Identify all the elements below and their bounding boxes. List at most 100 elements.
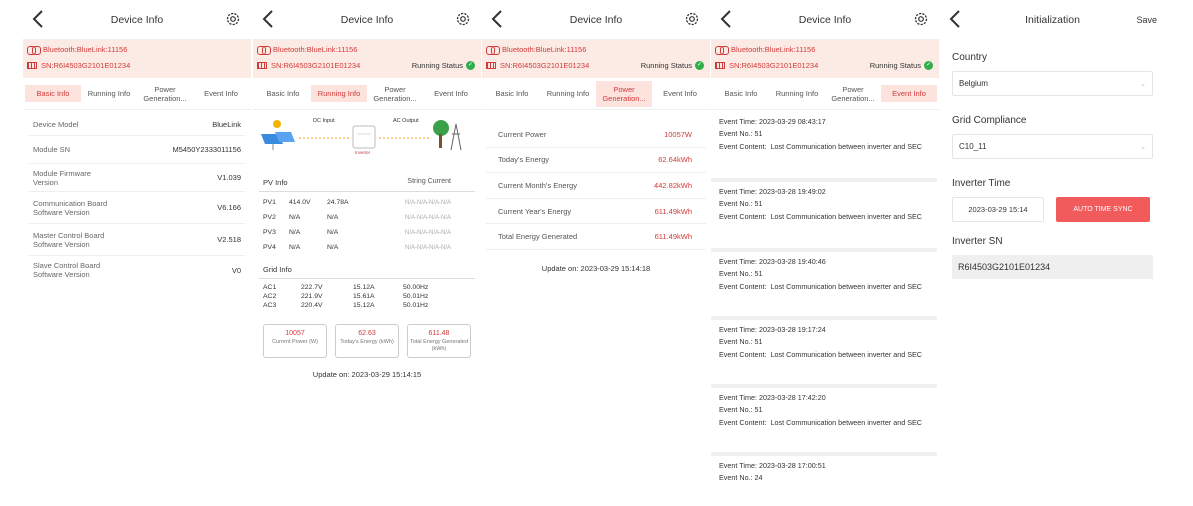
tab-basic-info[interactable]: Basic Info xyxy=(25,85,81,102)
connection-banner: Bluetooth:BlueLink:11156 SN:R6I4503G2101… xyxy=(711,40,939,78)
event-number: Event No.: 51 xyxy=(719,337,763,346)
event-content-label: Event Content: xyxy=(719,350,767,359)
tab-event-info[interactable]: Event Info xyxy=(881,85,937,102)
row-label: Slave Control Board Software Version xyxy=(33,261,101,279)
table-row: AC3 220.4V 15.12A 50.01Hz xyxy=(263,301,471,310)
ac-voltage: 221.9V xyxy=(301,293,323,300)
list-item: Today's Energy 62.64kWh xyxy=(486,148,706,174)
event-content-label: Event Content: xyxy=(719,142,767,151)
table-row: AC1 222.7V 15.12A 50.00Hz xyxy=(263,283,471,292)
row-value: 62.64kWh xyxy=(658,155,692,165)
tab-power-generation[interactable]: Power Generation... xyxy=(137,81,193,107)
table-row: PV4 N/A N/A N/A-N/A-N/A-N/A xyxy=(263,240,471,255)
row-value: V6.166 xyxy=(217,203,241,212)
device-info-event-screen: Device Info Bluetooth:BlueLink:11156 SN:… xyxy=(711,0,939,506)
pv-info-header: PV Info String Current xyxy=(259,172,475,192)
tab-running-info[interactable]: Running Info xyxy=(540,85,596,102)
running-status-label: Running Status xyxy=(411,61,463,70)
grid-info-header: Grid Info xyxy=(259,259,475,279)
event-content: Lost Communication between inverter and … xyxy=(770,282,922,291)
ac-voltage: 222.7V xyxy=(301,284,323,291)
list-item: Device Model BlueLink xyxy=(29,114,245,136)
table-row: PV3 N/A N/A N/A-N/A-N/A-N/A xyxy=(263,225,471,240)
row-value: 442.82kWh xyxy=(654,180,692,190)
auto-time-sync-button[interactable]: AUTO TIME SYNC xyxy=(1056,197,1150,222)
connection-banner: Bluetooth:BlueLink:11156 SN:R6I4503G2101… xyxy=(23,40,251,78)
row-value: 611.49kWh xyxy=(654,206,692,216)
list-item: Master Control Board Software Version V2.… xyxy=(29,224,245,256)
connection-banner: Bluetooth:BlueLink:11156 SN:R6I4503G2101… xyxy=(482,40,710,78)
bluetooth-label: Bluetooth:BlueLink:11156 xyxy=(731,45,816,54)
connection-banner: Bluetooth:BlueLink:11156 SN:R6I4503G2101… xyxy=(253,40,481,78)
pv-name: PV3 xyxy=(263,229,276,236)
header: Device Info xyxy=(711,0,939,40)
link-icon xyxy=(715,46,729,55)
ac-frequency: 50.00Hz xyxy=(403,284,429,291)
row-label: Total Energy Generated xyxy=(498,232,578,242)
event-content: Lost Communication between inverter and … xyxy=(770,212,922,221)
check-icon: ✓ xyxy=(924,61,933,70)
event-content: Lost Communication between inverter and … xyxy=(770,418,922,427)
gear-icon[interactable] xyxy=(455,11,471,27)
save-button[interactable]: Save xyxy=(1136,15,1157,25)
list-item: Module SN M5450Y2333011156 xyxy=(29,136,245,164)
tab-basic-info[interactable]: Basic Info xyxy=(713,85,769,102)
box-label: Total Energy Generated (kWh) xyxy=(409,339,469,352)
header: Initialization Save xyxy=(940,0,1165,40)
grid-tower-icon xyxy=(433,120,462,151)
grid-compliance-select[interactable]: C10_11 ⌄ xyxy=(952,134,1153,159)
energy-flow-diagram: DC Input AC Output Inverter xyxy=(253,110,481,162)
link-icon xyxy=(486,46,500,55)
grid-info-title: Grid Info xyxy=(263,265,292,274)
ac-current: 15.12A xyxy=(353,302,375,309)
tab-bar: Basic Info Running Info Power Generation… xyxy=(23,78,251,110)
table-row: PV2 N/A N/A N/A-N/A-N/A-N/A xyxy=(263,210,471,225)
list-item: Event Time: 2023-03-29 08:43:17 Event No… xyxy=(711,112,937,182)
event-number: Event No.: 51 xyxy=(719,129,763,138)
list-item: Current Power 10057W xyxy=(486,122,706,148)
current-power-box: 10057 Current Power (W) xyxy=(263,324,327,358)
tab-event-info[interactable]: Event Info xyxy=(193,85,249,102)
gear-icon[interactable] xyxy=(913,11,929,27)
tab-running-info[interactable]: Running Info xyxy=(311,85,367,102)
list-item: Slave Control Board Software Version V0 xyxy=(29,256,245,284)
serial-number-label: SN:R6I4503G2101E01234 xyxy=(41,61,131,70)
initialization-screen: Initialization Save Country Belgium ⌄ Gri… xyxy=(940,0,1165,506)
pv-current: N/A xyxy=(327,229,339,236)
list-item: Current Year's Energy 611.49kWh xyxy=(486,199,706,225)
tab-running-info[interactable]: Running Info xyxy=(769,85,825,102)
tab-basic-info[interactable]: Basic Info xyxy=(255,85,311,102)
grid-compliance-value: C10_11 xyxy=(959,142,987,151)
tab-power-generation[interactable]: Power Generation... xyxy=(367,81,423,107)
row-value: 10057W xyxy=(664,129,692,139)
tab-basic-info[interactable]: Basic Info xyxy=(484,85,540,102)
pv-string-current: N/A-N/A-N/A-N/A xyxy=(404,244,451,251)
serial-number-icon xyxy=(257,62,267,69)
event-time: Event Time: 2023-03-28 19:40:46 xyxy=(719,257,826,266)
time-row: 2023-03-29 15:14 AUTO TIME SYNC xyxy=(952,197,1153,222)
pv-string-current: N/A-N/A-N/A-N/A xyxy=(404,199,451,206)
ac-output-label: AC Output xyxy=(393,118,419,124)
box-value: 62.63 xyxy=(358,330,376,337)
basic-info-list: Device Model BlueLink Module SN M5450Y2333… xyxy=(23,114,251,284)
check-icon: ✓ xyxy=(466,61,475,70)
summary-boxes: 10057 Current Power (W) 62.63 Today's Ener… xyxy=(263,324,471,358)
table-row: PV1 414.0V 24.78A N/A-N/A-N/A-N/A xyxy=(263,195,471,210)
event-list: Event Time: 2023-03-29 08:43:17 Event No… xyxy=(711,112,939,492)
pv-table: PV1 414.0V 24.78A N/A-N/A-N/A-N/A PV2 N/A N/A… xyxy=(253,195,481,255)
serial-number-label: SN:R6I4503G2101E01234 xyxy=(271,61,361,70)
tab-running-info[interactable]: Running Info xyxy=(81,85,137,102)
tab-power-generation[interactable]: Power Generation... xyxy=(825,81,881,107)
tab-power-generation[interactable]: Power Generation... xyxy=(596,80,652,107)
country-select[interactable]: Belgium ⌄ xyxy=(952,71,1153,96)
event-time: Event Time: 2023-03-28 17:00:51 xyxy=(719,461,826,470)
tab-event-info[interactable]: Event Info xyxy=(423,85,479,102)
pv-voltage: N/A xyxy=(289,214,301,221)
tab-event-info[interactable]: Event Info xyxy=(652,85,708,102)
gear-icon[interactable] xyxy=(225,11,241,27)
row-value: M5450Y2333011156 xyxy=(172,145,241,154)
ac-voltage: 220.4V xyxy=(301,302,323,309)
gear-icon[interactable] xyxy=(684,11,700,27)
list-item: Event Time: 2023-03-28 17:42:20 Event No… xyxy=(711,388,937,456)
inverter-time-field[interactable]: 2023-03-29 15:14 xyxy=(952,197,1044,222)
